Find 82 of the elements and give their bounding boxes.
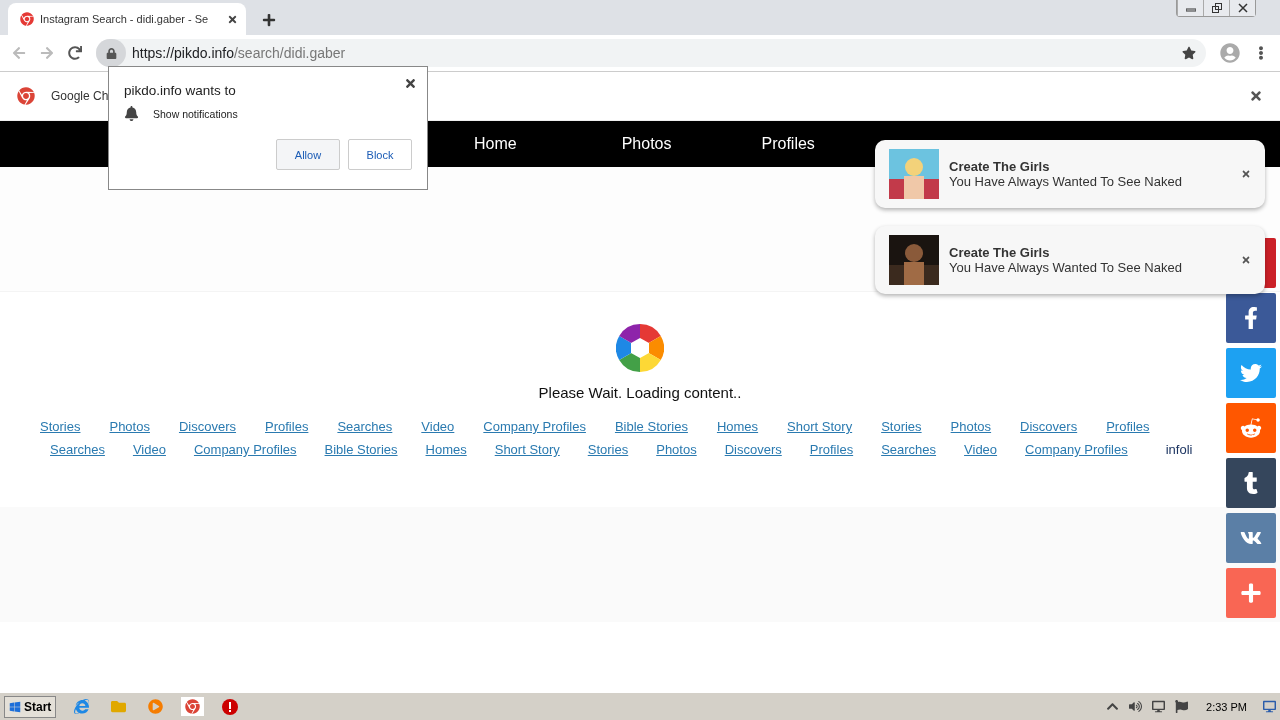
footer-link[interactable]: Photos [109, 419, 150, 434]
reload-button[interactable] [68, 46, 82, 60]
footer-link[interactable]: Profiles [265, 419, 309, 434]
nav-link[interactable]: Photos [621, 135, 672, 153]
footer-link[interactable]: Discovers [178, 419, 237, 434]
network-icon[interactable] [1152, 700, 1166, 713]
tab-title: Instagram Search - didi.gaber - Se [40, 13, 210, 25]
twitter-share-button[interactable] [1226, 348, 1276, 398]
infobar-text: Google Ch [51, 89, 109, 103]
browser-tab[interactable]: Instagram Search - didi.gaber - Se [8, 3, 246, 35]
reddit-icon [1240, 417, 1262, 439]
footer-link[interactable]: Bible Stories [324, 442, 398, 457]
nav-link[interactable]: Home [474, 135, 517, 153]
bell-icon [124, 106, 139, 121]
vk-share-button[interactable] [1226, 513, 1276, 563]
permission-label: Show notifications [153, 107, 238, 120]
footer-link[interactable]: Profiles [1106, 419, 1150, 434]
new-tab-button[interactable] [262, 13, 276, 27]
footer-link[interactable]: Searches [50, 442, 105, 457]
popup-title: pikdo.info wants to [124, 83, 237, 98]
footer-link[interactable]: Homes [425, 442, 467, 457]
reddit-share-button[interactable] [1226, 403, 1276, 453]
footer-link[interactable]: Stories [881, 419, 922, 434]
close-window-button[interactable] [1229, 0, 1255, 16]
url-text: https://pikdo.info/search/didi.gaber [132, 45, 347, 61]
notification-card[interactable]: Create The Girls You Have Always Wanted To See Naked [875, 140, 1265, 208]
clock[interactable]: 2:33 PM [1206, 700, 1247, 713]
address-bar[interactable]: https://pikdo.info/search/didi.gaber [96, 39, 1206, 67]
plus-icon [1240, 582, 1262, 604]
footer-link[interactable]: Searches [337, 419, 393, 434]
close-tab-button[interactable] [227, 13, 238, 25]
close-notification-button[interactable] [1241, 169, 1251, 179]
star-icon[interactable] [1182, 46, 1196, 60]
footer-link[interactable]: Homes [716, 419, 759, 434]
chrome-icon[interactable] [181, 697, 205, 716]
footer-link[interactable]: Stories [587, 442, 629, 457]
close-notification-button[interactable] [1241, 255, 1251, 265]
footer-link[interactable]: Company Profiles [193, 442, 297, 457]
start-button[interactable]: Start [4, 695, 57, 718]
footer-link[interactable]: Searches [881, 442, 937, 457]
restore-button[interactable] [1203, 0, 1229, 16]
lock-icon[interactable] [96, 39, 126, 67]
volume-icon[interactable] [1129, 700, 1143, 713]
windows-logo-icon [9, 700, 21, 713]
notification-card[interactable]: Create The Girls You Have Always Wanted To See Naked [875, 226, 1265, 294]
show-desktop-icon[interactable] [1263, 700, 1276, 713]
footer-link[interactable]: Discovers [1020, 419, 1078, 434]
close-popup-button[interactable] [404, 77, 417, 90]
allow-button[interactable]: Allow [276, 139, 340, 170]
footer-link[interactable]: Photos [656, 442, 697, 457]
flag-icon[interactable] [1175, 700, 1189, 713]
footer-link[interactable]: Video [421, 419, 455, 434]
facebook-share-button[interactable] [1226, 293, 1276, 343]
restore-icon [1211, 3, 1222, 13]
site-favicon-icon [20, 12, 34, 26]
footer-link[interactable]: Profiles [809, 442, 854, 457]
twitter-icon [1240, 362, 1262, 384]
notification-body: You Have Always Wanted To See Naked [949, 260, 1183, 275]
footer-link[interactable]: Stories [40, 419, 81, 434]
plus-share-button[interactable] [1226, 568, 1276, 618]
chrome-logo-icon [17, 87, 35, 105]
partner-logo[interactable]: infoli [1165, 442, 1193, 457]
footer-link[interactable]: Company Profiles [483, 419, 586, 434]
close-icon [1237, 3, 1248, 13]
footer-link[interactable]: Video [132, 442, 166, 457]
notification-title: Create The Girls [949, 159, 1051, 174]
loading-spinner-icon [616, 324, 664, 372]
footer-link[interactable]: Video [964, 442, 998, 457]
tray-expand-icon[interactable] [1106, 700, 1120, 713]
close-infobar-button[interactable] [1249, 89, 1263, 103]
nav-link[interactable]: Profiles [761, 135, 815, 153]
footer-link[interactable]: Discovers [724, 442, 782, 457]
footer-link[interactable]: Short Story [494, 442, 560, 457]
tumblr-share-button[interactable] [1226, 458, 1276, 508]
footer-link[interactable]: Photos [950, 419, 992, 434]
loading-text: Please Wait. Loading content.. [538, 384, 742, 401]
footer-link[interactable]: Bible Stories [614, 419, 688, 434]
footer-link[interactable]: Short Story [787, 419, 853, 434]
notification-title: Create The Girls [949, 245, 1051, 260]
block-button[interactable]: Block [348, 139, 412, 170]
notification-body: You Have Always Wanted To See Naked [949, 174, 1183, 189]
footer-link[interactable]: Company Profiles [1025, 442, 1128, 457]
